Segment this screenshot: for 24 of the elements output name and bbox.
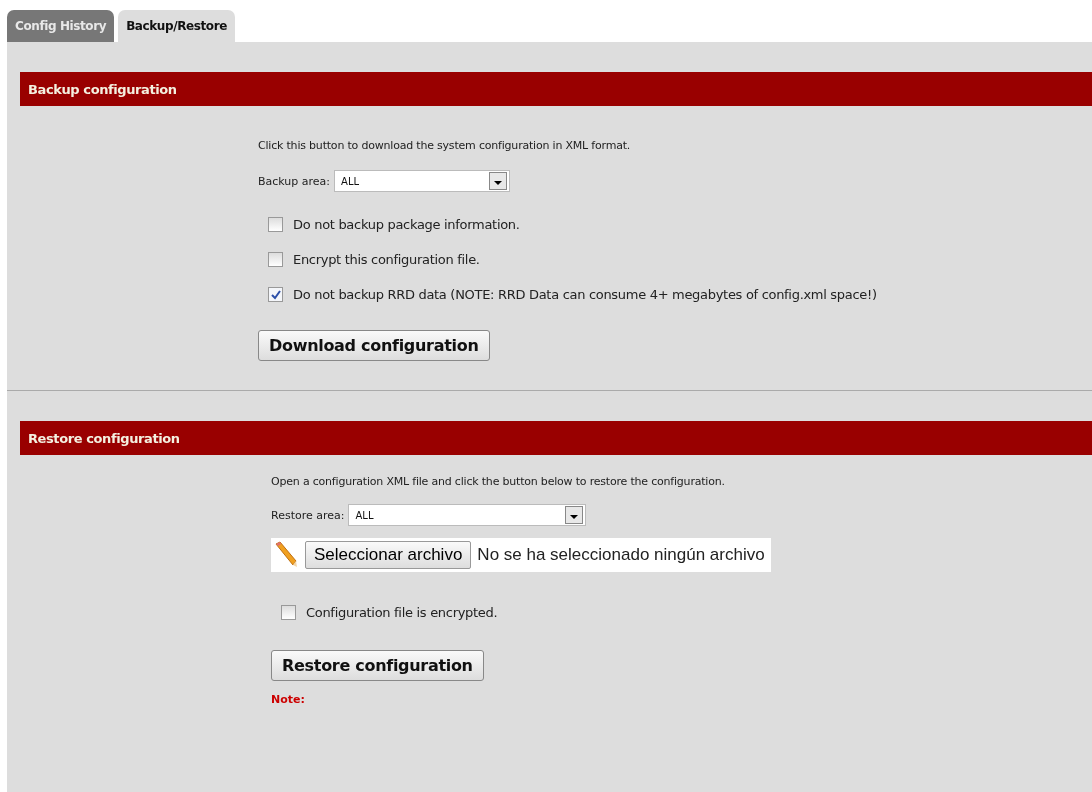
description-text: Click this button to download the system configuration in XML format. — [258, 139, 631, 152]
file-status-text: No se ha seleccionado ningún archivo — [477, 545, 765, 565]
area-dropdown[interactable]: ALL — [334, 170, 511, 192]
section-header: Restore configuration — [20, 421, 1092, 455]
area-dropdown[interactable]: ALL — [348, 504, 587, 526]
tab[interactable]: Backup/Restore — [118, 10, 235, 42]
checkbox[interactable] — [268, 252, 283, 267]
area-label: Backup area: — [258, 174, 331, 188]
description-text: Open a configuration XML file and click the button below to restore the configuration. — [271, 475, 725, 488]
download-button[interactable]: Download configuration — [258, 330, 490, 361]
tab[interactable]: Config History — [7, 10, 115, 42]
checkbox[interactable] — [281, 605, 296, 620]
pencil-icon — [273, 541, 299, 569]
choose-file-button[interactable]: Seleccionar archivo — [305, 541, 472, 569]
checkbox[interactable] — [268, 217, 283, 232]
restore-button[interactable]: Restore configuration — [271, 650, 484, 681]
checkbox-label: Configuration file is encrypted. — [306, 605, 498, 620]
note-label: Note: — [271, 693, 305, 706]
checkbox-label: Do not backup package information. — [293, 217, 520, 232]
checkbox-label: Do not backup RRD data (NOTE: RRD Data can consume 4+ megabytes of config.xml space!) — [293, 287, 877, 302]
checkbox-label: Encrypt this configuration file. — [293, 252, 480, 267]
area-label: Restore area: — [271, 508, 345, 522]
section-header: Backup configuration — [20, 72, 1092, 106]
checkbox[interactable] — [268, 287, 283, 302]
